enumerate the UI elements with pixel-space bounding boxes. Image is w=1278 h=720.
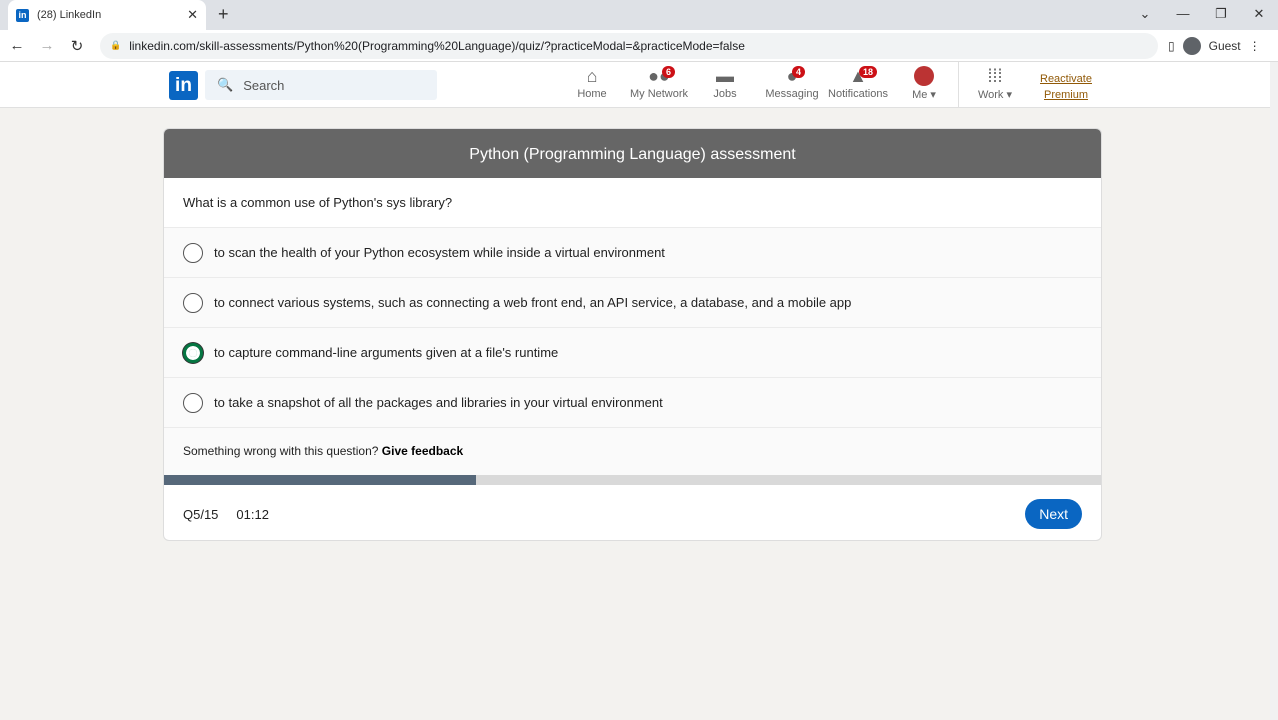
assessment-title: Python (Programming Language) assessment bbox=[164, 129, 1101, 178]
option-text: to take a snapshot of all the packages a… bbox=[214, 395, 663, 410]
premium-line1: Reactivate bbox=[1040, 73, 1092, 85]
feedback-prompt: Something wrong with this question? bbox=[183, 444, 379, 458]
browser-tab[interactable]: in (28) LinkedIn ✕ bbox=[8, 0, 206, 30]
scrollbar[interactable] bbox=[1270, 62, 1278, 720]
menu-icon[interactable]: ⋮ bbox=[1249, 39, 1261, 53]
home-icon: ⌂ bbox=[586, 66, 598, 86]
nav-label: Work bbox=[977, 89, 1004, 101]
browser-tab-bar: in (28) LinkedIn ✕ + ⌄ — ❐ ✕ bbox=[0, 0, 1278, 30]
reactivate-premium-link[interactable]: Reactivate Premium bbox=[1040, 71, 1092, 103]
progress-fill bbox=[164, 475, 477, 485]
bell-icon: ▲ 18 bbox=[823, 66, 893, 88]
feedback-row: Something wrong with this question? Give… bbox=[164, 428, 1101, 475]
briefcase-icon: ▬ bbox=[716, 66, 734, 86]
give-feedback-link[interactable]: Give feedback bbox=[382, 444, 463, 458]
assessment-card: Python (Programming Language) assessment… bbox=[163, 128, 1102, 541]
badge: 6 bbox=[662, 66, 676, 78]
restore-icon[interactable]: ❐ bbox=[1202, 0, 1240, 28]
nav-messaging[interactable]: ● 4 Messaging bbox=[757, 66, 827, 100]
next-button[interactable]: Next bbox=[1025, 499, 1082, 529]
search-icon: 🔍 bbox=[217, 77, 234, 92]
profile-label[interactable]: Guest bbox=[1209, 39, 1241, 53]
back-icon[interactable]: ← bbox=[4, 37, 30, 54]
radio-button[interactable] bbox=[183, 292, 203, 313]
close-window-icon[interactable]: ✕ bbox=[1240, 0, 1278, 28]
option-text: to scan the health of your Python ecosys… bbox=[214, 245, 665, 260]
address-bar-row: ← → ↻ 🔒 linkedin.com/skill-assessments/Py… bbox=[0, 30, 1278, 62]
nav-label: Jobs bbox=[713, 88, 737, 100]
tab-search-icon[interactable]: ⌄ bbox=[1126, 0, 1164, 28]
tab-title: (28) LinkedIn bbox=[37, 9, 102, 21]
close-tab-icon[interactable]: ✕ bbox=[187, 7, 198, 23]
nav-my-network[interactable]: ●● 6 My Network bbox=[624, 66, 694, 100]
linkedin-favicon-icon: in bbox=[16, 8, 29, 22]
side-panel-icon[interactable]: ▯ bbox=[1168, 39, 1175, 53]
nav-label: Me bbox=[912, 89, 928, 101]
nav-label: Notifications bbox=[828, 88, 888, 100]
badge: 4 bbox=[792, 66, 806, 78]
avatar bbox=[914, 66, 934, 86]
badge: 18 bbox=[859, 66, 878, 78]
nav-label: My Network bbox=[629, 88, 689, 100]
grid-icon: ⁞⁞⁞ bbox=[987, 66, 1003, 86]
question-text: What is a common use of Python's sys lib… bbox=[164, 178, 1101, 228]
question-counter: Q5/15 bbox=[183, 506, 219, 522]
nav-jobs[interactable]: ▬ Jobs bbox=[690, 66, 760, 100]
answer-option[interactable]: to connect various systems, such as conn… bbox=[164, 278, 1101, 328]
radio-button[interactable] bbox=[183, 242, 203, 263]
quiz-footer: Q5/15 01:12 Next bbox=[164, 485, 1101, 540]
answer-option[interactable]: to take a snapshot of all the packages a… bbox=[164, 378, 1101, 428]
search-placeholder: Search bbox=[243, 77, 285, 93]
radio-button[interactable] bbox=[183, 392, 203, 413]
progress-bar bbox=[164, 475, 1101, 485]
nav-notifications[interactable]: ▲ 18 Notifications bbox=[823, 66, 893, 100]
message-icon: ● 4 bbox=[757, 66, 827, 88]
profile-avatar-icon[interactable] bbox=[1182, 36, 1201, 55]
nav-me[interactable]: Me ▾ bbox=[889, 66, 959, 101]
answer-option[interactable]: to scan the health of your Python ecosys… bbox=[164, 228, 1101, 278]
radio-button-selected[interactable] bbox=[183, 342, 203, 363]
nav-home[interactable]: ⌂ Home bbox=[557, 66, 627, 100]
option-text: to capture command-line arguments given … bbox=[214, 345, 559, 360]
search-input[interactable]: 🔍 Search bbox=[205, 70, 437, 100]
new-tab-icon[interactable]: + bbox=[218, 4, 229, 25]
nav-label: Home bbox=[577, 88, 607, 100]
linkedin-header: in 🔍 Search ⌂ Home ●● 6 My Network ▬ Jobs ● 4 M… bbox=[0, 62, 1270, 108]
option-text: to connect various systems, such as conn… bbox=[214, 295, 852, 310]
premium-line2: Premium bbox=[1043, 89, 1088, 101]
reload-icon[interactable]: ↻ bbox=[64, 37, 90, 55]
divider bbox=[958, 62, 959, 108]
answer-option-selected[interactable]: to capture command-line arguments given … bbox=[164, 328, 1101, 378]
nav-work[interactable]: ⁞⁞⁞ Work ▾ bbox=[960, 66, 1030, 101]
url-text: linkedin.com/skill-assessments/Python%20… bbox=[129, 38, 745, 53]
forward-icon[interactable]: → bbox=[34, 37, 60, 54]
timer: 01:12 bbox=[236, 506, 269, 522]
nav-label: Messaging bbox=[765, 88, 819, 100]
url-input[interactable]: 🔒 linkedin.com/skill-assessments/Python%2… bbox=[100, 32, 1158, 59]
minimize-icon[interactable]: — bbox=[1164, 0, 1202, 28]
network-icon: ●● 6 bbox=[624, 66, 694, 88]
linkedin-logo[interactable]: in bbox=[169, 71, 198, 100]
lock-icon: 🔒 bbox=[110, 40, 122, 50]
